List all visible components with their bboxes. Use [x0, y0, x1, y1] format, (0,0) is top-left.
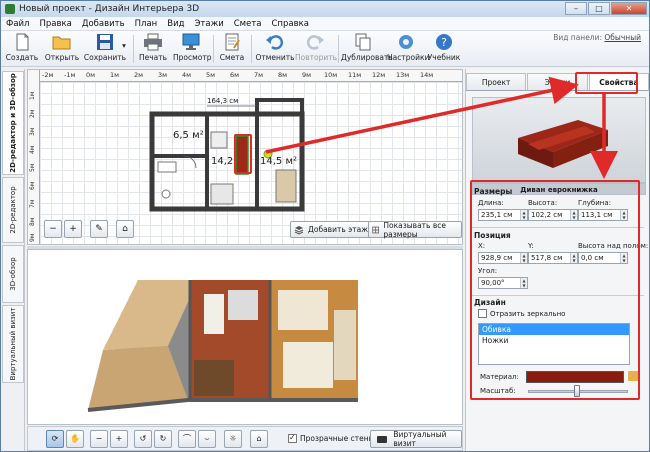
- toolbar-separator: [133, 35, 134, 63]
- main-toolbar: Создать Открыть Сохранить ▾ Печать Просм…: [1, 31, 649, 67]
- redo-button[interactable]: Повторить: [295, 32, 337, 66]
- plan-zoom-tools: − + ✎ ⌂: [44, 220, 136, 238]
- menu-help[interactable]: Справка: [267, 19, 314, 29]
- home-3d-button[interactable]: ⌂: [250, 430, 268, 448]
- room-area-label: 14,2: [211, 156, 234, 167]
- window-title: Новый проект - Дизайн Интерьера 3D: [19, 4, 200, 14]
- light-bulb-icon: ☼: [229, 434, 237, 443]
- zoom-out-3d-button[interactable]: −: [90, 430, 108, 448]
- highlight-properties-panel: [470, 180, 640, 400]
- print-button[interactable]: Печать: [137, 32, 169, 66]
- highlight-sofa: [234, 134, 252, 174]
- toolbar-separator: [251, 35, 252, 63]
- view-3d[interactable]: [27, 249, 463, 425]
- estimate-button[interactable]: Смета: [217, 32, 247, 66]
- sofa-preview-icon: [518, 120, 608, 168]
- floppy-disk-icon: [97, 34, 113, 50]
- settings-button[interactable]: Настройки: [387, 32, 429, 66]
- virtual-visit-button[interactable]: Виртуальный визит: [370, 430, 462, 448]
- layers-icon: [294, 225, 304, 235]
- folder-icon: [52, 36, 71, 50]
- object-preview: [472, 97, 646, 183]
- show-all-dimensions-button[interactable]: Показывать все размеры: [368, 221, 462, 239]
- gear-icon: [399, 35, 413, 49]
- tab-3d-view[interactable]: 3D-обзор: [2, 245, 24, 303]
- tilt-down-button[interactable]: ⌣: [198, 430, 216, 448]
- menu-view[interactable]: Вид: [162, 19, 189, 29]
- add-floor-button[interactable]: Добавить этаж: [290, 221, 373, 238]
- measure-tool-button[interactable]: ✎: [90, 220, 108, 238]
- home-icon: ⌂: [122, 224, 128, 234]
- ruler-icon: ✎: [95, 224, 103, 234]
- printer-icon: [144, 33, 162, 51]
- undo-arrow-icon: [266, 35, 284, 50]
- camera-icon: [377, 435, 388, 443]
- menu-edit[interactable]: Правка: [34, 19, 76, 29]
- highlight-properties-tab: [575, 72, 638, 94]
- zoom-in-icon: +: [69, 224, 77, 234]
- home-view-button[interactable]: ⌂: [116, 220, 134, 238]
- menu-plan[interactable]: План: [130, 19, 163, 29]
- open-button[interactable]: Открыть: [43, 32, 81, 66]
- svg-text:?: ?: [441, 36, 447, 49]
- tab-2d-and-3d[interactable]: 2D-редактор и 3D-обзор: [2, 71, 24, 175]
- app-logo-icon: [5, 4, 15, 14]
- 3d-toolbar: ⟳ ✋ − + ↺ ↻ ⌒ ⌣ ☼ ⌂ Прозрачные стены Вир…: [27, 426, 463, 451]
- rotate-360-icon: ⟳: [51, 434, 59, 443]
- menu-add[interactable]: Добавить: [77, 19, 130, 29]
- create-button[interactable]: Создать: [5, 32, 39, 66]
- view-mode-tabs: 2D-редактор и 3D-обзор 2D-редактор 3D-об…: [1, 69, 25, 451]
- menu-estimate[interactable]: Смета: [229, 19, 267, 29]
- duplicate-button[interactable]: Дублировать: [341, 32, 393, 66]
- panel-view-selector[interactable]: Вид панели: Обычный: [553, 33, 641, 42]
- tab-project[interactable]: Проект: [466, 73, 527, 90]
- room-area-label: 14,5 м²: [260, 156, 297, 167]
- home-icon: ⌂: [256, 434, 262, 443]
- tab-2d-editor[interactable]: 2D-редактор: [2, 177, 24, 243]
- menu-file[interactable]: Файл: [1, 19, 34, 29]
- zoom-in-icon: +: [115, 434, 123, 443]
- rotate-mode-button[interactable]: ⟳: [46, 430, 64, 448]
- rotate-right-icon: ↻: [159, 434, 167, 443]
- tilt-down-icon: ⌣: [204, 434, 210, 443]
- menu-floors[interactable]: Этажи: [189, 19, 228, 29]
- toolbar-separator: [213, 35, 214, 63]
- dimensions-grid-icon: [372, 226, 380, 233]
- zoom-in-3d-button[interactable]: +: [110, 430, 128, 448]
- new-file-icon: [16, 33, 29, 51]
- maximize-button[interactable]: □: [588, 2, 610, 15]
- rotate-left-button[interactable]: ↺: [134, 430, 152, 448]
- tab-virtual-visit[interactable]: Виртуальный визит: [2, 305, 24, 383]
- tilt-up-button[interactable]: ⌒: [178, 430, 196, 448]
- title-bar: Новый проект - Дизайн Интерьера 3D – □ ✕: [1, 1, 649, 17]
- toolbar-separator: [338, 35, 339, 63]
- hand-icon: ✋: [70, 434, 80, 443]
- pan-mode-button[interactable]: ✋: [66, 430, 84, 448]
- zoom-out-button[interactable]: −: [44, 220, 62, 238]
- monitor-icon: [182, 33, 200, 50]
- transparent-walls-checkbox[interactable]: [288, 433, 297, 443]
- help-question-icon: ?: [436, 34, 452, 50]
- zoom-in-button[interactable]: +: [64, 220, 82, 238]
- dimension-label: 164,3 см: [207, 97, 239, 105]
- estimate-notepad-icon: [225, 33, 240, 51]
- zoom-out-icon: −: [95, 434, 103, 443]
- tilt-up-icon: ⌒: [183, 434, 191, 443]
- preview-button[interactable]: Просмотр: [173, 32, 212, 66]
- tutorial-button[interactable]: ? Учебник: [427, 32, 461, 66]
- redo-arrow-icon: [306, 35, 324, 50]
- zoom-out-icon: −: [49, 224, 57, 234]
- rotate-left-icon: ↺: [139, 434, 147, 443]
- menu-bar: Файл Правка Добавить План Вид Этажи Смет…: [1, 17, 649, 31]
- lighting-button[interactable]: ☼: [224, 430, 242, 448]
- minimize-button[interactable]: –: [565, 2, 587, 15]
- close-button[interactable]: ✕: [611, 2, 647, 15]
- duplicate-icon: [355, 33, 371, 51]
- 3d-house-render: [28, 250, 462, 424]
- transparent-walls-toggle[interactable]: Прозрачные стены: [288, 433, 375, 443]
- room-area-label: 6,5 м²: [173, 130, 204, 141]
- undo-button[interactable]: Отменить: [255, 32, 295, 66]
- rotate-right-button[interactable]: ↻: [154, 430, 172, 448]
